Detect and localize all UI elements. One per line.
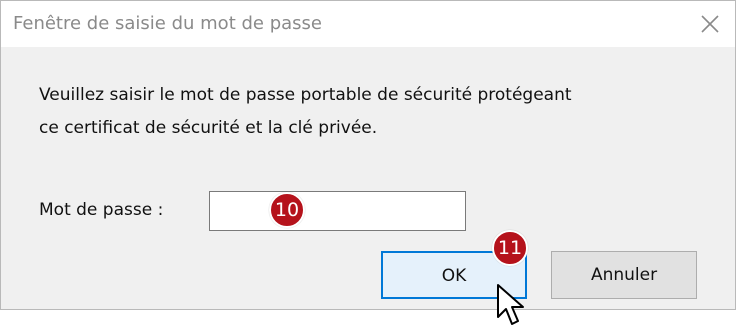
close-icon (701, 15, 719, 33)
password-dialog: Fenêtre de saisie du mot de passe Veuill… (0, 0, 736, 310)
window-title: Fenêtre de saisie du mot de passe (13, 13, 322, 34)
close-button[interactable] (693, 7, 727, 41)
step-badge-10: 10 (269, 192, 305, 228)
instruction-line-2: ce certificat de sécurité et la clé priv… (39, 118, 378, 138)
title-bar: Fenêtre de saisie du mot de passe (1, 1, 735, 47)
cancel-button[interactable]: Annuler (551, 251, 697, 299)
password-input[interactable] (209, 191, 466, 231)
step-badge-11: 11 (492, 230, 528, 266)
instruction-line-1: Veuillez saisir le mot de passe portable… (39, 85, 572, 105)
instruction-text: Veuillez saisir le mot de passe portable… (39, 79, 699, 145)
password-label: Mot de passe : (39, 200, 164, 220)
arrow-cursor-icon (497, 284, 524, 325)
